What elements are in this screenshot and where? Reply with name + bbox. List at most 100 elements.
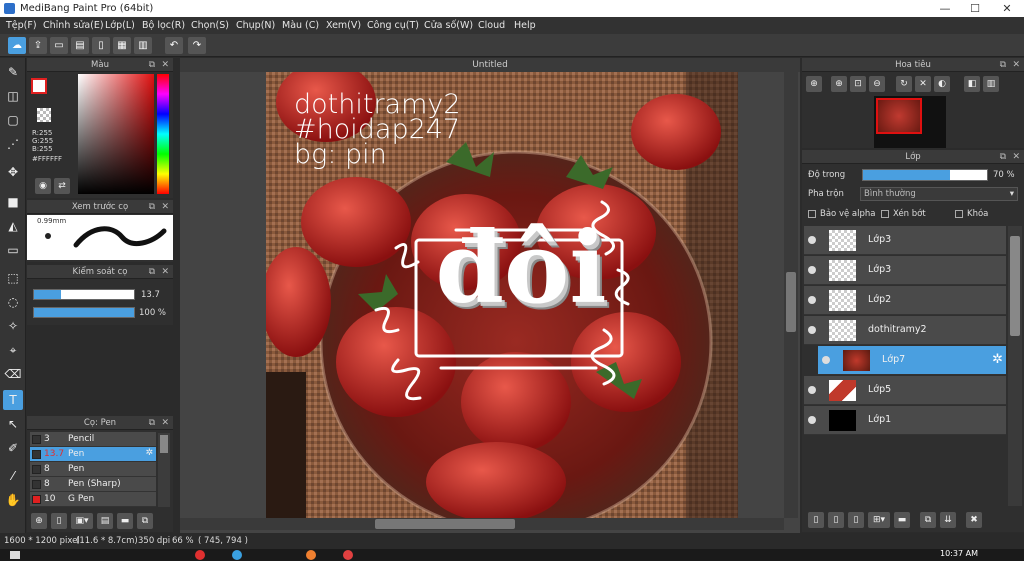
blend-mode-select[interactable]: Bình thường ▾ — [860, 187, 1018, 201]
move-tool-icon[interactable]: ✥ — [3, 162, 23, 182]
duplicate-layer-icon[interactable]: ⧉ — [920, 512, 936, 528]
brush-settings-icon[interactable]: ▣▾ — [71, 513, 93, 529]
zoom-in-icon[interactable]: ⊕ — [806, 76, 822, 92]
visibility-eye-icon[interactable] — [808, 296, 816, 304]
add-layer-menu-icon[interactable]: ⊞▾ — [868, 512, 890, 528]
undo-icon[interactable]: ↶ — [165, 37, 183, 54]
expand-panel-icon[interactable]: ⧉ — [1000, 150, 1006, 164]
rectangle-tool-icon[interactable]: ▢ — [3, 110, 23, 130]
close-panel-icon[interactable]: ✕ — [161, 58, 169, 72]
canvas-tab[interactable]: Untitled — [180, 58, 800, 72]
layer-row[interactable]: Lớp1 — [804, 406, 1006, 435]
grid-icon[interactable]: ▦ — [113, 37, 131, 54]
foreground-color-swatch[interactable] — [31, 78, 47, 94]
select-eraser-icon[interactable]: ⌫ — [3, 364, 23, 384]
layer-opacity-slider[interactable] — [862, 169, 988, 181]
expand-panel-icon[interactable]: ⧉ — [149, 58, 155, 72]
rotate-icon[interactable]: ↻ — [896, 76, 912, 92]
menu-view[interactable]: Xem(V) — [326, 20, 361, 31]
close-panel-icon[interactable]: ✕ — [161, 265, 169, 279]
visibility-eye-icon[interactable] — [808, 416, 816, 424]
page-icon[interactable]: ▯ — [92, 37, 110, 54]
folder-icon[interactable]: ▬ — [894, 512, 910, 528]
maximize-button[interactable]: ☐ — [960, 0, 990, 17]
close-panel-icon[interactable]: ✕ — [1012, 58, 1020, 72]
brush-copy-icon[interactable]: ⧉ — [137, 513, 153, 529]
add-brush-icon[interactable]: ⊕ — [31, 513, 47, 529]
close-panel-icon[interactable]: ✕ — [1012, 150, 1020, 164]
layer-scrollbar[interactable] — [1008, 226, 1022, 506]
visibility-eye-icon[interactable] — [808, 236, 816, 244]
eraser-tool-icon[interactable]: ◫ — [3, 86, 23, 106]
layer-row[interactable]: Lớp3 — [804, 256, 1006, 285]
new-layer-3-icon[interactable]: ▯ — [848, 512, 864, 528]
layout-icon[interactable]: ▥ — [134, 37, 152, 54]
visibility-eye-icon[interactable] — [808, 386, 816, 394]
nav-option-icon[interactable]: ◧ — [964, 76, 980, 92]
new-layer-icon[interactable]: ▯ — [808, 512, 824, 528]
brush-list-scrollbar[interactable] — [158, 433, 170, 507]
select-pen-icon[interactable]: ⌖ — [3, 340, 23, 360]
blur-tool-icon[interactable]: ✐ — [3, 438, 23, 458]
menu-window[interactable]: Cửa số(W) — [424, 20, 473, 31]
zoom-out-icon[interactable]: ⊖ — [869, 76, 885, 92]
layer-row[interactable]: dothitramy2 — [804, 316, 1006, 345]
transparent-color-swatch[interactable] — [37, 108, 51, 122]
menu-filter[interactable]: Bộ lọc(R) — [142, 20, 185, 31]
close-panel-icon[interactable]: ✕ — [161, 200, 169, 214]
brush-tool-icon[interactable]: ✎ — [3, 62, 23, 82]
gear-icon[interactable]: ✲ — [992, 352, 1003, 367]
close-button[interactable]: ✕ — [992, 0, 1022, 17]
cloud-icon[interactable]: ☁ — [8, 37, 26, 54]
taskbar-chrome-icon[interactable] — [343, 550, 353, 560]
lasso-tool-icon[interactable]: ◌ — [3, 292, 23, 312]
menu-help[interactable]: Help — [514, 20, 536, 31]
brush-list-item[interactable]: 8 Pen — [30, 462, 156, 477]
chat-icon[interactable]: ▤ — [71, 37, 89, 54]
brush-size-slider[interactable] — [33, 289, 135, 300]
visibility-eye-icon[interactable] — [808, 266, 816, 274]
reset-icon[interactable]: ✕ — [915, 76, 931, 92]
magic-wand-icon[interactable]: ✧ — [3, 316, 23, 336]
delete-layer-icon[interactable]: ✖ — [966, 512, 982, 528]
layer-row[interactable]: Lớp7 ✲ — [818, 346, 1006, 375]
zoom-plus-icon[interactable]: ⊕ — [831, 76, 847, 92]
protect-alpha-checkbox[interactable] — [808, 210, 816, 218]
flip-icon[interactable]: ◐ — [934, 76, 950, 92]
merge-layer-icon[interactable]: ⇊ — [940, 512, 956, 528]
layer-row[interactable]: Lớp3 — [804, 226, 1006, 255]
brush-list-item[interactable]: 10 G Pen — [30, 492, 156, 507]
gradient-tool-icon[interactable]: ▭ — [3, 240, 23, 260]
menu-tools[interactable]: Công cụ(T) — [367, 20, 419, 31]
nav-option2-icon[interactable]: ▥ — [983, 76, 999, 92]
hand-tool-icon[interactable]: ✋ — [3, 490, 23, 510]
minimize-button[interactable]: — — [930, 0, 960, 17]
text-tool-icon[interactable]: T — [3, 390, 23, 410]
brush-list-item[interactable]: 13.7 Pen ✲ — [30, 447, 156, 462]
expand-panel-icon[interactable]: ⧉ — [149, 265, 155, 279]
fit-icon[interactable]: ⊡ — [850, 76, 866, 92]
windows-start-icon[interactable] — [10, 551, 20, 559]
eyedropper-icon[interactable]: ⁄ — [3, 466, 23, 486]
taskbar-app-icon[interactable] — [195, 550, 205, 560]
canvas-horizontal-scrollbar[interactable] — [180, 518, 784, 530]
menu-cloud[interactable]: Cloud — [478, 20, 505, 31]
menu-capture[interactable]: Chụp(N) — [236, 20, 275, 31]
fill-rect-icon[interactable]: ■ — [3, 192, 23, 212]
artwork-canvas[interactable]: dothitramy2 #hoidap247 bg: pin đôi — [266, 72, 738, 518]
expand-panel-icon[interactable]: ⧉ — [1000, 58, 1006, 72]
brush-opacity-slider[interactable] — [33, 307, 135, 318]
clipping-checkbox[interactable] — [881, 210, 889, 218]
gear-icon[interactable]: ✲ — [145, 448, 153, 458]
layer-row[interactable]: Lớp2 — [804, 286, 1006, 315]
visibility-eye-icon[interactable] — [822, 356, 830, 364]
close-panel-icon[interactable]: ✕ — [161, 416, 169, 430]
new-brush-icon[interactable]: ▯ — [51, 513, 67, 529]
comment-icon[interactable]: ▭ — [50, 37, 68, 54]
brush-page-icon[interactable]: ▤ — [97, 513, 113, 529]
swap-colors-icon[interactable]: ⇄ — [54, 178, 70, 194]
share-icon[interactable]: ⇪ — [29, 37, 47, 54]
menu-select[interactable]: Chọn(S) — [191, 20, 229, 31]
expand-panel-icon[interactable]: ⧉ — [149, 200, 155, 214]
dotted-pen-icon[interactable]: ⋰ — [3, 134, 23, 154]
